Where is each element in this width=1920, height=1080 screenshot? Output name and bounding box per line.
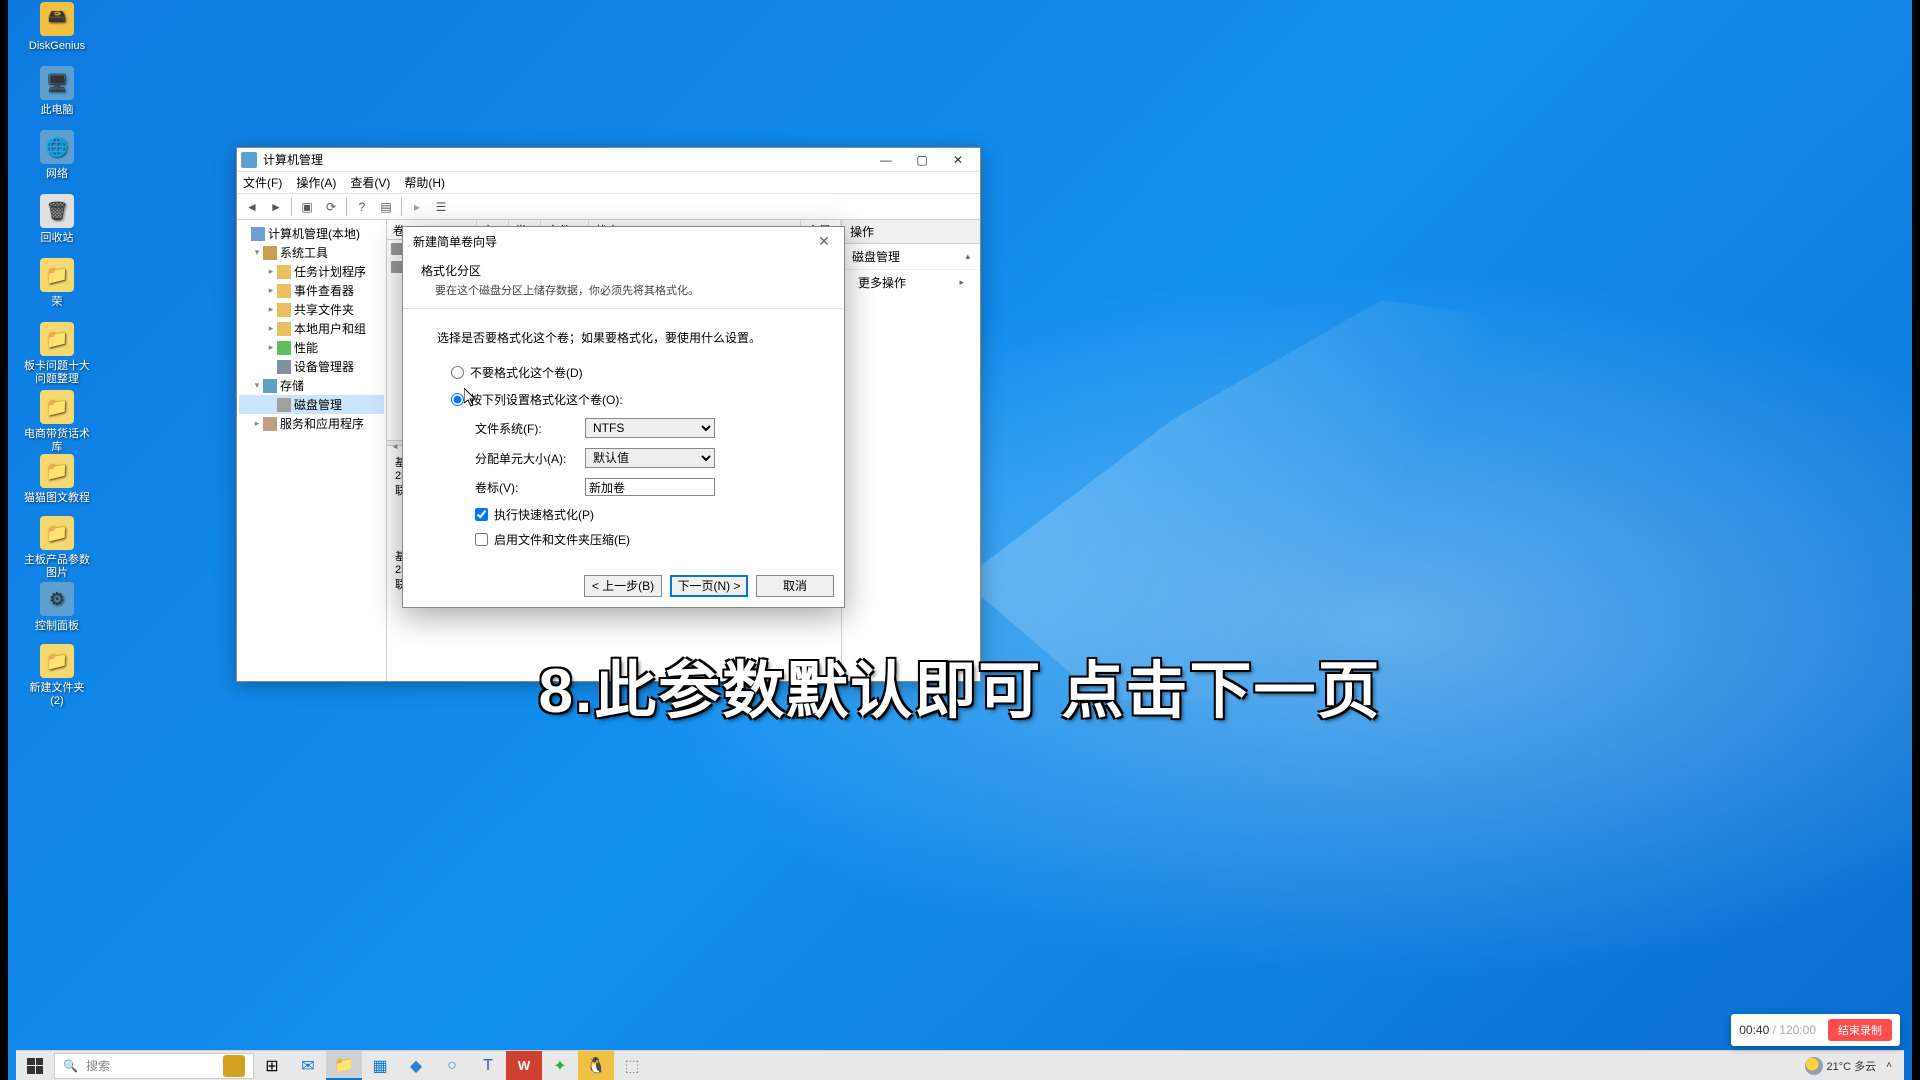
search-placeholder: 搜索 [86,1057,110,1074]
tool-help[interactable]: ? [351,196,373,218]
stop-recording-button[interactable]: 结束录制 [1828,1019,1892,1041]
task-app-blue[interactable]: ◆ [398,1051,434,1080]
weather-icon [1805,1057,1823,1075]
wizard-cancel-button[interactable]: 取消 [756,575,834,597]
tool-x[interactable]: ▸ [406,196,428,218]
chevron-up-icon: ▴ [965,251,970,262]
check-quick-format[interactable] [475,508,488,521]
wizard-prompt: 选择是否要格式化这个卷；如果要格式化，要使用什么设置。 [437,329,810,346]
task-store[interactable]: ▦ [362,1051,398,1080]
tree-performance[interactable]: ▸性能 [239,338,384,357]
select-alloc[interactable]: 默认值 [585,448,715,468]
system-tray: 21°C 多云 ˄ [1805,1057,1904,1075]
desktop-icon-this-pc[interactable]: 🖥此电脑 [22,66,92,117]
menu-file[interactable]: 文件(F) [243,174,282,191]
input-volname[interactable] [585,478,715,496]
desktop-icon-folder-board[interactable]: 📁板卡问题十大 问题整理 [22,322,92,386]
menu-action[interactable]: 操作(A) [296,174,336,191]
check-compress-label: 启用文件和文件夹压缩(E) [494,531,630,548]
tool-up[interactable]: ▣ [296,196,318,218]
tree-event-viewer[interactable]: ▸事件查看器 [239,281,384,300]
close-button[interactable]: ✕ [940,149,976,171]
menu-view[interactable]: 查看(V) [350,174,390,191]
maximize-button[interactable]: ▢ [904,149,940,171]
action-disk-mgmt[interactable]: 磁盘管理▴ [842,244,980,270]
tool-back[interactable]: ◄ [241,196,263,218]
taskbar: 🔍 搜索 ⊞ ✉ 📁 ▦ ◆ ○ T W ✦ 🐧 ⬚ 21°C 多云 ˄ [16,1050,1904,1080]
titlebar[interactable]: 计算机管理 — ▢ ✕ [237,148,980,172]
tree-local-users[interactable]: ▸本地用户和组 [239,319,384,338]
desktop-icon-folder-script[interactable]: 📁电商带货话术 库 [22,390,92,454]
desktop-icon-folder-cat[interactable]: 📁猫猫图文教程 [22,454,92,505]
recording-overlay: 00:40 / 120:00 结束录制 [1731,1014,1900,1046]
check-quick-label: 执行快速格式化(P) [494,506,594,523]
tool-prop[interactable]: ▤ [375,196,397,218]
radio-no-format-label: 不要格式化这个卷(D) [470,364,583,381]
chevron-right-icon: ▸ [959,277,964,288]
task-wechat[interactable]: ✦ [542,1051,578,1080]
start-button[interactable] [16,1051,54,1080]
desktop-icon-folder-product[interactable]: 📁主板产品参数 图片 [22,516,92,580]
tutorial-annotation: 8.此参数默认即可 点击下一页 [8,640,1912,730]
task-mail[interactable]: ✉ [290,1051,326,1080]
desktop-icon-recycle-bin[interactable]: 🗑回收站 [22,194,92,245]
tree-services-apps[interactable]: ▸服务和应用程序 [239,414,384,433]
tree-pane[interactable]: 计算机管理(本地) ▾系统工具 ▸任务计划程序 ▸事件查看器 ▸共享文件夹 ▸本… [237,220,387,681]
wizard-next-button[interactable]: 下一页(N) > [670,575,748,597]
task-app-t[interactable]: T [470,1051,506,1080]
tool-refresh[interactable]: ⟳ [320,196,342,218]
tray-weather[interactable]: 21°C 多云 [1805,1057,1877,1075]
toolbar: ◄ ► ▣ ⟳ ? ▤ ▸ ☰ [237,194,980,220]
wizard-title: 新建简单卷向导 [413,233,497,250]
task-wps[interactable]: W [506,1051,542,1080]
radio-format-row[interactable]: 按下列设置格式化这个卷(O): [451,391,810,408]
tree-device-manager[interactable]: 设备管理器 [239,357,384,376]
action-pane: 操作 磁盘管理▴ 更多操作▸ [842,220,980,681]
window-title: 计算机管理 [263,151,323,168]
task-explorer[interactable]: 📁 [326,1051,362,1080]
wizard-close-button[interactable]: ✕ [814,233,834,250]
tree-shared-folders[interactable]: ▸共享文件夹 [239,300,384,319]
wizard-section-title: 格式化分区 [421,262,826,279]
menubar: 文件(F) 操作(A) 查看(V) 帮助(H) [237,172,980,194]
radio-format[interactable] [451,393,464,406]
task-app-gray[interactable]: ⬚ [614,1051,650,1080]
action-header: 操作 [842,220,980,244]
task-edge[interactable]: ○ [434,1051,470,1080]
radio-format-label: 按下列设置格式化这个卷(O): [470,391,623,408]
check-compress[interactable] [475,533,488,546]
new-simple-volume-wizard: 新建简单卷向导 ✕ 格式化分区 要在这个磁盘分区上储存数据，你必须先将其格式化。… [402,226,845,608]
tree-storage[interactable]: ▾存储 [239,376,384,395]
desktop-icon-network[interactable]: 🌐网络 [22,130,92,181]
tool-forward[interactable]: ► [265,196,287,218]
label-filesystem: 文件系统(F): [475,420,585,437]
action-more[interactable]: 更多操作▸ [842,270,980,295]
desktop-icon-folder-rong[interactable]: 📁荣 [22,258,92,309]
menu-help[interactable]: 帮助(H) [404,174,445,191]
lamp-icon [223,1055,245,1077]
recording-time: 00:40 / 120:00 [1739,1023,1816,1037]
taskbar-search[interactable]: 🔍 搜索 [54,1053,254,1079]
tool-list[interactable]: ☰ [430,196,452,218]
app-icon [241,152,257,168]
wizard-back-button[interactable]: < 上一步(B) [584,575,662,597]
radio-no-format[interactable] [451,366,464,379]
tree-task-scheduler[interactable]: ▸任务计划程序 [239,262,384,281]
label-alloc: 分配单元大小(A): [475,450,585,467]
minimize-button[interactable]: — [868,149,904,171]
task-taskview[interactable]: ⊞ [254,1051,290,1080]
select-filesystem[interactable]: NTFS [585,418,715,438]
tree-root[interactable]: 计算机管理(本地) [239,224,384,243]
label-volname: 卷标(V): [475,479,585,496]
desktop-icon-diskgenius[interactable]: 🖴DiskGenius [22,2,92,53]
tree-system-tools[interactable]: ▾系统工具 [239,243,384,262]
desktop-icon-control-panel[interactable]: ⚙控制面板 [22,582,92,633]
task-qq[interactable]: 🐧 [578,1051,614,1080]
radio-no-format-row[interactable]: 不要格式化这个卷(D) [451,364,810,381]
tray-overflow-icon[interactable]: ˄ [1882,1060,1896,1071]
search-icon: 🔍 [63,1059,78,1073]
wizard-section-desc: 要在这个磁盘分区上储存数据，你必须先将其格式化。 [421,282,826,298]
tree-disk-management[interactable]: 磁盘管理 [239,395,384,414]
